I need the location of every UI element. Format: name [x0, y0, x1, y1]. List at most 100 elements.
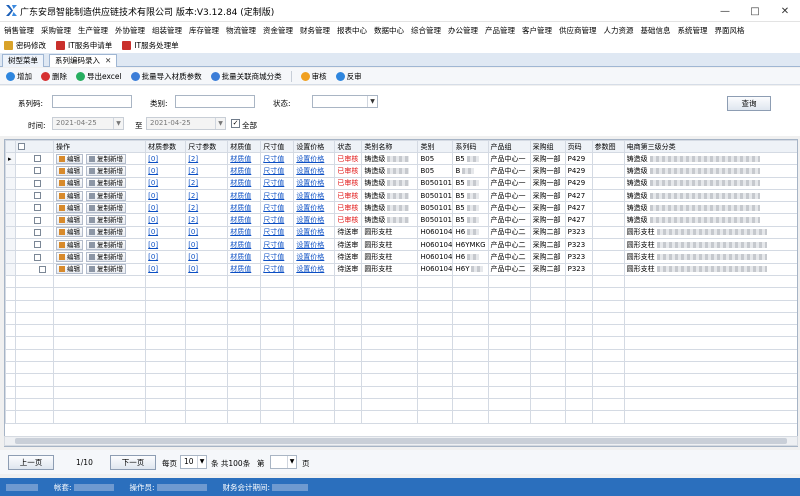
set-price-link[interactable]: 设置价格: [293, 238, 336, 252]
row-checkbox[interactable]: [34, 167, 42, 175]
per-page-select[interactable]: 10 ▼: [180, 455, 207, 469]
row-checkbox[interactable]: [34, 179, 42, 187]
menu-item[interactable]: 产品管理: [485, 25, 515, 36]
toolbar-button-import[interactable]: 批量导入材质参数: [130, 71, 202, 82]
menu-item[interactable]: 基础信息: [641, 25, 671, 36]
edit-button[interactable]: 编辑: [56, 239, 84, 250]
material-param-link[interactable]: [0]: [145, 225, 187, 240]
size-value-link[interactable]: 尺寸值: [260, 238, 295, 252]
material-param-link[interactable]: [0]: [145, 188, 187, 203]
copy-add-button[interactable]: 复制新增: [86, 190, 127, 201]
shortcut-2[interactable]: IT服务处理单: [122, 40, 179, 51]
menu-item[interactable]: 数据中心: [374, 25, 404, 36]
menu-item[interactable]: 采购管理: [41, 25, 71, 36]
toolbar-button-delete[interactable]: 删除: [41, 71, 67, 82]
material-param-link[interactable]: [0]: [145, 250, 187, 264]
set-price-link[interactable]: 设置价格: [293, 164, 336, 178]
edit-button[interactable]: 编辑: [56, 153, 84, 164]
toolbar-button-undo[interactable]: 反审: [335, 71, 362, 82]
set-price-link[interactable]: 设置价格: [293, 176, 336, 190]
size-param-link[interactable]: [2]: [185, 151, 229, 166]
menu-item[interactable]: 报表中心: [337, 25, 367, 36]
edit-button[interactable]: 编辑: [56, 165, 84, 176]
scrollbar-thumb[interactable]: [15, 438, 787, 444]
table-row[interactable]: 9编辑复制新增[0][0]材质值尺寸值设置价格待送审圆形支柱H060104H6产…: [5, 250, 797, 264]
copy-add-button[interactable]: 复制新增: [86, 215, 127, 226]
menu-item[interactable]: 物流管理: [226, 25, 256, 36]
menu-item[interactable]: 系统管理: [678, 25, 708, 36]
size-param-link[interactable]: [2]: [185, 188, 229, 203]
table-row[interactable]: 8编辑复制新增[0][0]材质值尺寸值设置价格待送审圆形支柱H060104H6Y…: [5, 238, 797, 252]
row-checkbox[interactable]: [38, 265, 46, 273]
menu-item[interactable]: 财务管理: [300, 25, 330, 36]
material-param-link[interactable]: [0]: [145, 262, 187, 276]
size-value-link[interactable]: 尺寸值: [260, 213, 295, 227]
material-param-link[interactable]: [0]: [145, 213, 187, 227]
minimize-button[interactable]: —: [710, 0, 740, 22]
size-param-link[interactable]: [2]: [185, 176, 229, 190]
copy-add-button[interactable]: 复制新增: [86, 165, 127, 176]
menu-item[interactable]: 资金管理: [263, 25, 293, 36]
menu-item[interactable]: 客户管理: [522, 25, 552, 36]
menu-item[interactable]: 人力资源: [604, 25, 634, 36]
tab-close-icon[interactable]: ✕: [105, 56, 111, 65]
set-price-link[interactable]: 设置价格: [293, 250, 336, 264]
toolbar-button-add[interactable]: 增加: [6, 71, 32, 82]
date-from-picker[interactable]: 2021-04-25 ▼: [52, 117, 124, 130]
edit-button[interactable]: 编辑: [56, 264, 84, 275]
tab-tree-menu[interactable]: 树型菜单: [2, 54, 44, 67]
size-value-link[interactable]: 尺寸值: [260, 176, 295, 190]
menu-item[interactable]: 供应商管理: [559, 25, 597, 36]
edit-button[interactable]: 编辑: [56, 215, 84, 226]
menu-item[interactable]: 外协管理: [115, 25, 145, 36]
set-price-link[interactable]: 设置价格: [293, 225, 336, 240]
toolbar-button-link[interactable]: 批量关联商城分类: [210, 71, 282, 82]
edit-button[interactable]: 编辑: [56, 252, 84, 263]
series-code-input[interactable]: [52, 95, 132, 108]
edit-button[interactable]: 编辑: [56, 202, 84, 213]
size-value-link[interactable]: 尺寸值: [260, 164, 295, 178]
table-row[interactable]: 7编辑复制新增[0][0]材质值尺寸值设置价格待送审圆形支柱H060104H6产…: [5, 225, 797, 240]
size-value-link[interactable]: 尺寸值: [260, 262, 295, 276]
set-price-link[interactable]: 设置价格: [293, 151, 336, 166]
edit-button[interactable]: 编辑: [56, 178, 84, 189]
material-value-link[interactable]: 材质值: [227, 250, 262, 264]
size-param-link[interactable]: [0]: [185, 238, 229, 252]
maximize-button[interactable]: □: [740, 0, 770, 22]
copy-add-button[interactable]: 复制新增: [86, 202, 127, 213]
table-row[interactable]: 10编辑复制新增[0][0]材质值尺寸值设置价格待送审圆形支柱H060104H6…: [5, 262, 797, 276]
material-value-link[interactable]: 材质值: [227, 188, 262, 203]
menu-item[interactable]: 组装管理: [152, 25, 182, 36]
copy-add-button[interactable]: 复制新增: [86, 239, 127, 250]
toolbar-button-export[interactable]: 导出excel: [76, 71, 122, 82]
table-row[interactable]: 4编辑复制新增[0][2]材质值尺寸值设置价格已审核铸造级B050101B5产品…: [5, 188, 797, 203]
menu-item[interactable]: 生产管理: [78, 25, 108, 36]
table-row[interactable]: ▸1编辑复制新增[0][2]材质值尺寸值设置价格已审核铸造级B05B5产品中心一…: [5, 151, 797, 166]
shortcut-0[interactable]: 密码修改: [4, 40, 46, 51]
set-price-link[interactable]: 设置价格: [293, 188, 336, 203]
set-price-link[interactable]: 设置价格: [293, 262, 336, 276]
close-button[interactable]: ✕: [770, 0, 800, 22]
size-param-link[interactable]: [2]: [185, 164, 229, 178]
select-all-checkbox[interactable]: [18, 143, 25, 150]
menu-item[interactable]: 办公管理: [448, 25, 478, 36]
status-select[interactable]: ▼: [312, 95, 378, 108]
material-param-link[interactable]: [0]: [145, 151, 187, 166]
material-param-link[interactable]: [0]: [145, 164, 187, 178]
material-value-link[interactable]: 材质值: [227, 176, 262, 190]
copy-add-button[interactable]: 复制新增: [86, 252, 127, 263]
next-page-button[interactable]: 下一页: [110, 455, 156, 470]
material-value-link[interactable]: 材质值: [227, 238, 262, 252]
prev-page-button[interactable]: 上一页: [8, 455, 54, 470]
material-value-link[interactable]: 材质值: [227, 225, 262, 240]
menu-item[interactable]: 库存管理: [189, 25, 219, 36]
row-checkbox[interactable]: [34, 204, 42, 212]
row-checkbox[interactable]: [34, 216, 42, 224]
table-row[interactable]: 3编辑复制新增[0][2]材质值尺寸值设置价格已审核铸造级B050101B5产品…: [5, 176, 797, 190]
material-value-link[interactable]: 材质值: [227, 201, 262, 215]
toolbar-button-approve[interactable]: 审核: [300, 71, 327, 82]
edit-button[interactable]: 编辑: [56, 190, 84, 201]
material-param-link[interactable]: [0]: [145, 176, 187, 190]
set-price-link[interactable]: 设置价格: [293, 213, 336, 227]
size-param-link[interactable]: [2]: [185, 213, 229, 227]
